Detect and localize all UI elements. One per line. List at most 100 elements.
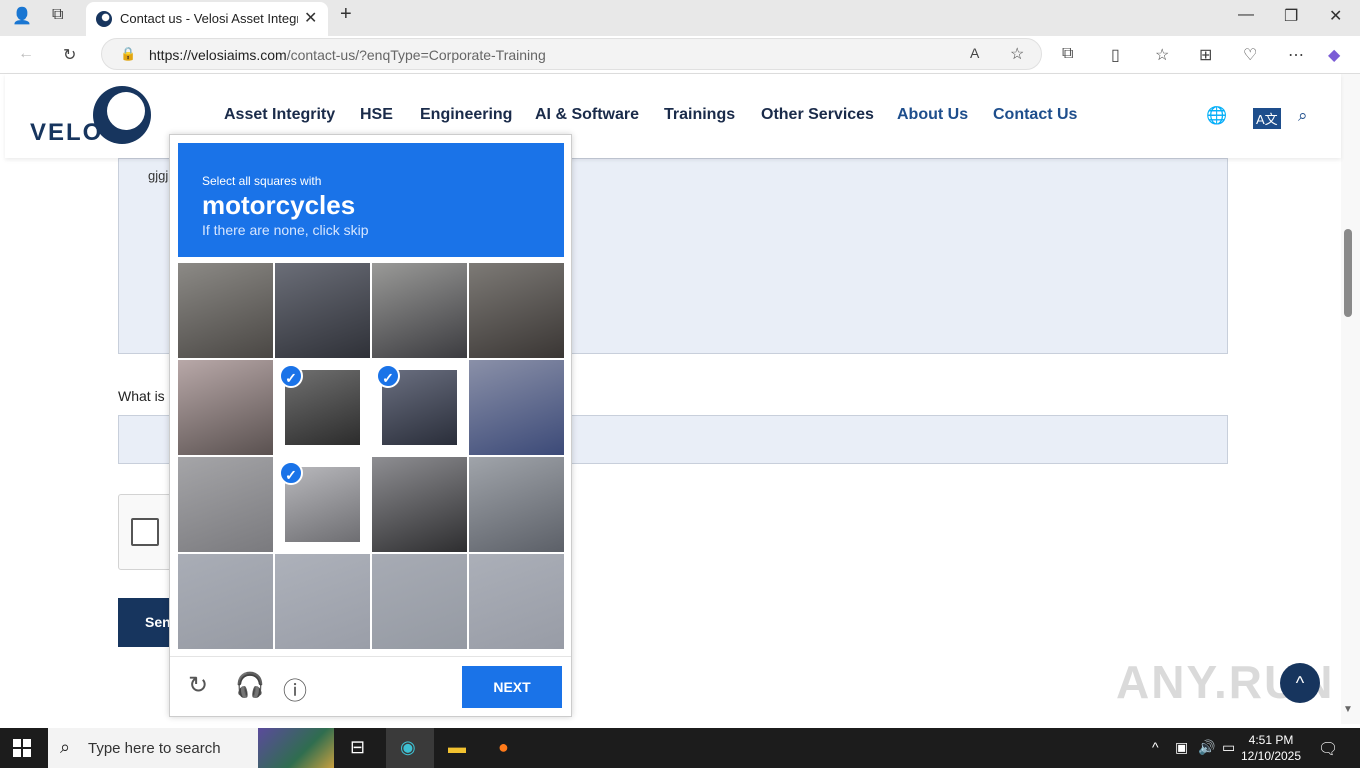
tile-selected-check-icon: ✓ (279, 461, 303, 485)
refresh-icon[interactable]: ↻ (63, 45, 76, 65)
windows-start-icon[interactable] (13, 739, 31, 757)
captcha-tile-image (372, 554, 467, 649)
nav-other-services[interactable]: Other Services (761, 106, 874, 124)
captcha-tile[interactable]: ✓ (275, 360, 370, 455)
file-explorer-icon[interactable]: ▬ (448, 737, 466, 758)
captcha-tile[interactable] (178, 457, 273, 552)
performance-icon[interactable]: ♡ (1243, 45, 1257, 65)
favorites-icon[interactable]: ☆ (1155, 45, 1169, 65)
clock-time: 4:51 PM (1248, 733, 1294, 747)
taskbar-search[interactable]: ⌕ Type here to search (48, 728, 334, 768)
scrollbar-thumb[interactable] (1344, 229, 1352, 317)
captcha-question-label: What is (118, 388, 165, 404)
captcha-tile[interactable] (372, 554, 467, 649)
split-screen-icon[interactable]: ▯ (1111, 45, 1120, 65)
captcha-tile-image (372, 457, 467, 552)
tile-selected-check-icon: ✓ (279, 364, 303, 388)
captcha-tile[interactable] (469, 457, 564, 552)
browser-tab[interactable]: Contact us - Velosi Asset Integrity ✕ (86, 2, 328, 36)
read-aloud-icon[interactable]: A (970, 45, 979, 61)
search-icon: ⌕ (60, 737, 71, 757)
reload-icon[interactable]: ↻ (188, 671, 208, 700)
edge-icon: ◉ (400, 737, 416, 757)
restore-icon[interactable]: ❐ (1284, 6, 1298, 26)
edge-taskbar-item[interactable]: ◉ (386, 728, 434, 768)
captcha-tile[interactable] (469, 554, 564, 649)
taskbar-clock[interactable]: 4:51 PM 12/10/2025 (1240, 732, 1302, 764)
captcha-tile-image (275, 554, 370, 649)
scroll-down-icon[interactable]: ▼ (1343, 704, 1353, 715)
captcha-tile[interactable] (469, 263, 564, 358)
close-window-icon[interactable]: ✕ (1329, 6, 1342, 26)
audio-challenge-icon[interactable]: 🎧 (235, 671, 265, 700)
next-button[interactable]: NEXT (462, 666, 562, 708)
nav-contact-us[interactable]: Contact Us (993, 106, 1077, 124)
windows-taskbar: ⌕ Type here to search ⊟ ◉ ▬ ● ^ ▣ 🔊 ▭ 4:… (0, 728, 1360, 768)
copilot-icon[interactable]: ◆ (1328, 45, 1340, 65)
url-text: https://velosiaims.com/contact-us/?enqTy… (149, 47, 546, 63)
captcha-tile-image (178, 360, 273, 455)
language-globe-icon[interactable]: 🌐 (1206, 106, 1227, 126)
task-view-icon[interactable]: ⊟ (350, 737, 365, 758)
back-icon[interactable]: ← (18, 45, 34, 63)
nav-asset-integrity[interactable]: Asset Integrity (224, 106, 335, 124)
captcha-tile[interactable] (178, 360, 273, 455)
taskbar-search-placeholder: Type here to search (88, 740, 221, 757)
page-scrollbar[interactable]: ▼ (1341, 74, 1360, 724)
tile-selected-check-icon: ✓ (376, 364, 400, 388)
captcha-grid: ✓ ✓ ✓ (178, 263, 564, 649)
captcha-tile-image (178, 263, 273, 358)
captcha-tile-image (469, 263, 564, 358)
clock-date: 12/10/2025 (1240, 749, 1302, 763)
more-menu-icon[interactable]: ⋯ (1288, 45, 1304, 65)
captcha-tile[interactable] (469, 360, 564, 455)
nav-trainings[interactable]: Trainings (664, 106, 735, 124)
captcha-tile[interactable] (372, 457, 467, 552)
notifications-icon[interactable]: 🗨 (1318, 739, 1338, 759)
tab-actions-icon[interactable]: ⧉ (52, 6, 63, 24)
profile-icon[interactable]: 👤 (12, 6, 32, 26)
captcha-prompt: Select all squares with (202, 174, 322, 188)
collections-icon[interactable]: ⊞ (1199, 45, 1212, 65)
favorite-star-icon[interactable]: ☆ (1010, 44, 1024, 64)
captcha-tile[interactable] (275, 554, 370, 649)
captcha-tile-image (275, 263, 370, 358)
browser-toolbar: ← ↻ 🔒 https://velosiaims.com/contact-us/… (0, 36, 1360, 74)
search-highlight-image (258, 728, 334, 768)
volume-icon[interactable]: 🔊 (1198, 739, 1215, 756)
captcha-tile-image (469, 360, 564, 455)
captcha-tile[interactable] (372, 263, 467, 358)
address-bar[interactable]: 🔒 https://velosiaims.com/contact-us/?enq… (101, 38, 1042, 70)
translate-icon[interactable]: A文 (1253, 108, 1281, 129)
captcha-tile[interactable] (178, 554, 273, 649)
meet-now-icon[interactable]: ▣ (1175, 739, 1188, 756)
network-icon[interactable]: ▭ (1222, 739, 1235, 756)
new-tab-icon[interactable]: + (340, 3, 352, 26)
nav-ai-software[interactable]: AI & Software (535, 106, 639, 124)
captcha-tile[interactable] (178, 263, 273, 358)
message-value: gjgj (148, 168, 169, 183)
captcha-tile-image (469, 554, 564, 649)
scroll-top-button[interactable]: ^ (1280, 663, 1320, 703)
firefox-icon[interactable]: ● (498, 737, 509, 758)
minimize-icon[interactable]: — (1238, 6, 1254, 24)
captcha-tile[interactable] (275, 263, 370, 358)
search-icon[interactable]: ⌕ (1298, 106, 1308, 126)
recaptcha-checkbox[interactable] (131, 518, 159, 546)
nav-engineering[interactable]: Engineering (420, 106, 512, 124)
captcha-tile-image (372, 263, 467, 358)
nav-about-us[interactable]: About Us (897, 106, 968, 124)
captcha-challenge: Select all squares with motorcycles If t… (169, 134, 572, 717)
captcha-tile-image (178, 457, 273, 552)
site-favicon-icon (96, 11, 112, 27)
info-icon[interactable]: ⓘ (283, 671, 307, 706)
captcha-tile[interactable]: ✓ (275, 457, 370, 552)
nav-hse[interactable]: HSE (360, 106, 393, 124)
close-tab-icon[interactable]: ✕ (304, 8, 317, 28)
captcha-tile-image (178, 554, 273, 649)
extensions-icon[interactable]: ⧉ (1062, 45, 1073, 63)
captcha-hint: If there are none, click skip (202, 222, 369, 238)
lock-icon: 🔒 (120, 46, 137, 61)
show-hidden-icons-icon[interactable]: ^ (1152, 739, 1159, 755)
captcha-tile[interactable]: ✓ (372, 360, 467, 455)
